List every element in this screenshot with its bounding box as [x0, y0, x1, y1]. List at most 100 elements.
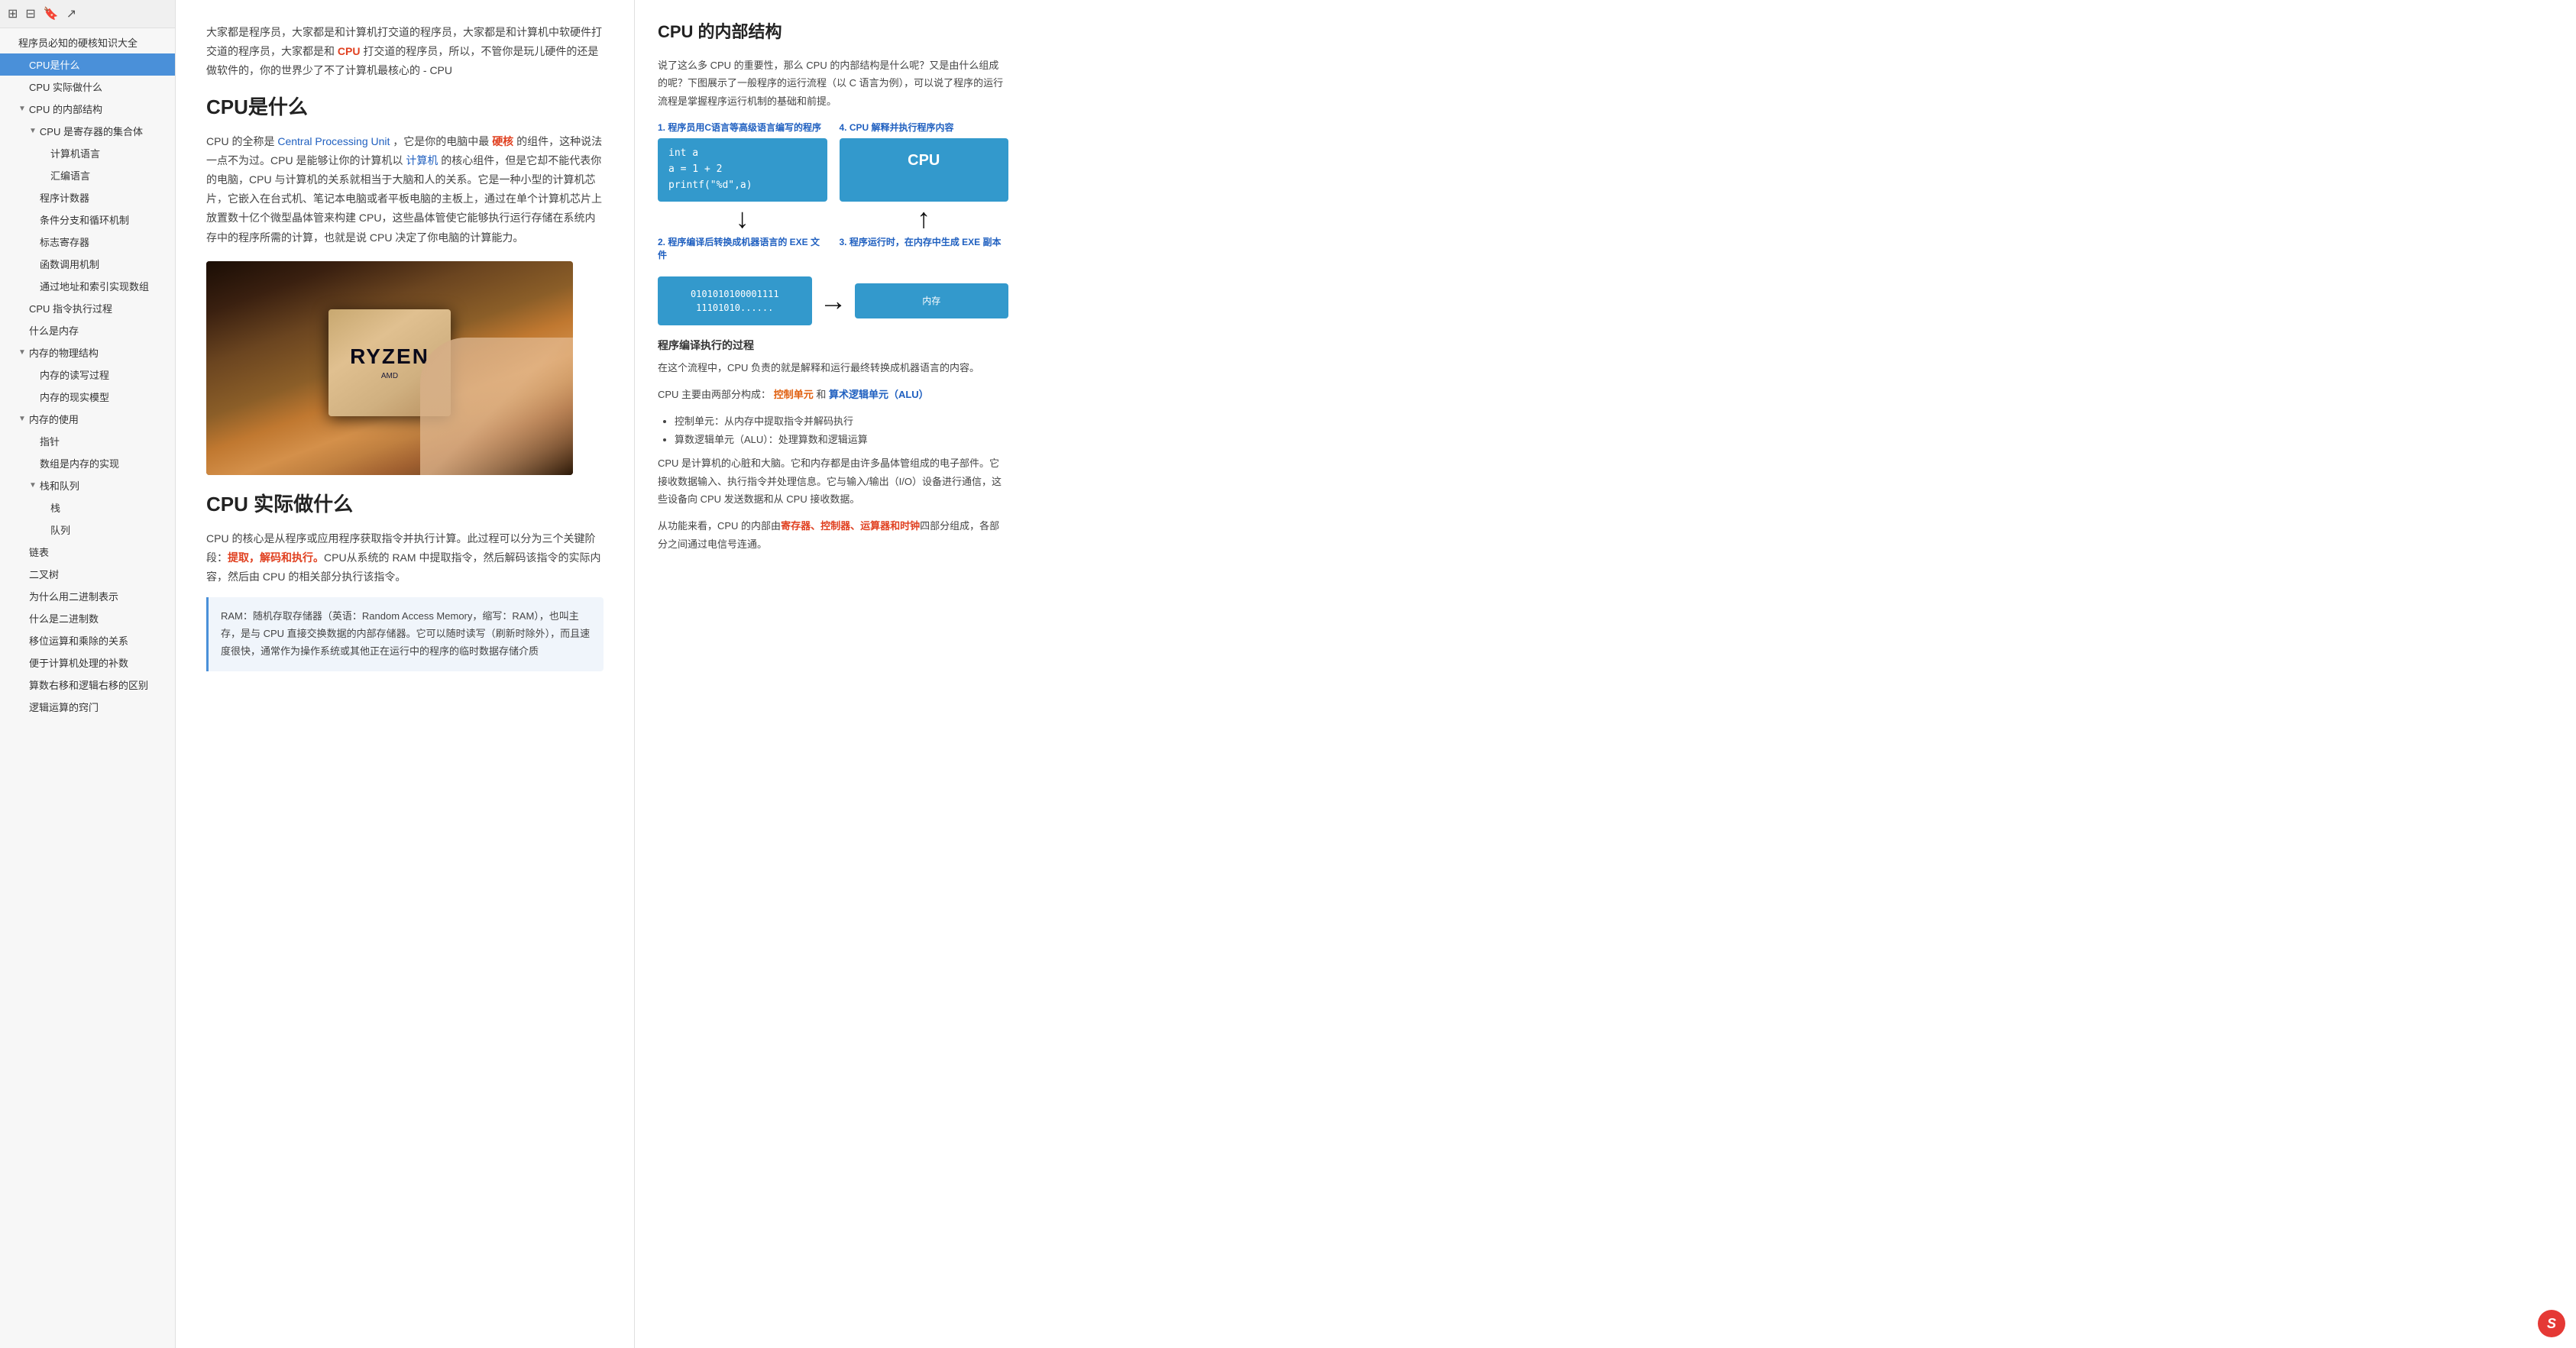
- alu-highlight: 算术逻辑单元（ALU）: [829, 389, 929, 400]
- section1-p1: CPU 的全称是 Central Processing Unit ，它是你的电脑…: [206, 132, 604, 247]
- sidebar-label-9: 标志寄存器: [40, 234, 89, 249]
- cpu-function-p: 从功能来看，CPU 的内部由寄存器、控制器、运算器和时钟四部分组成，各部分之间通…: [658, 517, 1008, 553]
- arrow-right-center: →: [820, 285, 847, 317]
- computer-link[interactable]: 计算机: [406, 154, 438, 166]
- code-line1: int a: [668, 146, 817, 162]
- site-logo[interactable]: S: [2538, 1310, 2565, 1337]
- sidebar-item-23[interactable]: 链表: [0, 541, 175, 563]
- arrow-up-right: ↑: [840, 202, 1009, 235]
- cpu-chip-brand: RYZEN: [350, 344, 429, 369]
- toggle-icon-4[interactable]: ▼: [29, 127, 37, 135]
- program-flow-diagram: 1. 程序员用C语言等高级语言编写的程序 4. CPU 解释并执行程序内容 in…: [658, 121, 1008, 265]
- cpu-desc-p: CPU 是计算机的心脏和大脑。它和内存都是由许多晶体管组成的电子部件。它接收数据…: [658, 454, 1008, 508]
- sidebar-item-11[interactable]: 通过地址和索引实现数组: [0, 275, 175, 297]
- sidebar-label-20: 栈和队列: [40, 478, 79, 493]
- sidebar-item-26[interactable]: 什么是二进制数: [0, 607, 175, 629]
- main-content: 大家都是程序员，大家都是和计算机打交道的程序员，大家都是和计算机中软硬件打交道的…: [176, 0, 634, 1348]
- sidebar-item-14[interactable]: ▼内存的物理结构: [0, 341, 175, 364]
- code-line3: printf("%d",a): [668, 178, 817, 194]
- step3-label: 3. 程序运行时，在内存中生成 EXE 副本: [840, 235, 1009, 266]
- sidebar-item-13[interactable]: 什么是内存: [0, 319, 175, 341]
- sidebar-item-7[interactable]: 程序计数器: [0, 186, 175, 209]
- sidebar-label-18: 指针: [40, 434, 60, 448]
- cpu-bullet-list: 控制单元：从内存中提取指令并解码执行 算数逻辑单元（ALU）：处理算数和逻辑运算: [658, 412, 1008, 448]
- sidebar-label-12: CPU 指令执行过程: [29, 301, 112, 315]
- code-block: int a a = 1 + 2 printf("%d",a): [658, 138, 827, 201]
- sidebar-item-28[interactable]: 便于计算机处理的补数: [0, 651, 175, 674]
- sidebar-item-29[interactable]: 算数右移和逻辑右移的区别: [0, 674, 175, 696]
- control-unit-highlight: 控制单元: [774, 389, 814, 400]
- blockquote-text: RAM：随机存取存储器（英语：Random Access Memory，缩写：R…: [221, 610, 590, 657]
- toggle-icon-14[interactable]: ▼: [18, 348, 26, 357]
- sidebar-label-6: 汇编语言: [50, 168, 90, 183]
- toggle-icon-3[interactable]: ▼: [18, 105, 26, 113]
- sidebar-item-17[interactable]: ▼内存的使用: [0, 408, 175, 430]
- share-icon[interactable]: ↗: [66, 6, 76, 21]
- step2-label: 2. 程序编译后转换成机器语言的 EXE 文件: [658, 235, 827, 266]
- step4-label: 4. CPU 解释并执行程序内容: [840, 121, 1009, 138]
- sidebar-item-8[interactable]: 条件分支和循环机制: [0, 209, 175, 231]
- sidebar-label-4: CPU 是寄存器的集合体: [40, 124, 143, 138]
- grid-icon[interactable]: ⊞: [8, 6, 18, 21]
- sidebar-nav: 程序员必知的硬核知识大全CPU是什么CPU 实际做什么▼CPU 的内部结构▼CP…: [0, 28, 175, 1348]
- right-panel: CPU 的内部结构 说了这么多 CPU 的重要性，那么 CPU 的内部结构是什么…: [634, 0, 1031, 1348]
- sidebar-label-13: 什么是内存: [29, 323, 79, 338]
- intro-paragraph: 大家都是程序员，大家都是和计算机打交道的程序员，大家都是和计算机中软硬件打交道的…: [206, 23, 604, 81]
- arrow-down-left: ↓: [658, 202, 827, 235]
- sidebar-item-12[interactable]: CPU 指令执行过程: [0, 297, 175, 319]
- sidebar-item-0[interactable]: 程序员必知的硬核知识大全: [0, 31, 175, 53]
- sidebar-label-19: 数组是内存的实现: [40, 456, 119, 470]
- sidebar-item-25[interactable]: 为什么用二进制表示: [0, 585, 175, 607]
- cpu-parts-bold: 寄存器、控制器、运算器和时钟: [781, 520, 920, 532]
- grid2-icon[interactable]: ⊟: [25, 6, 35, 21]
- sidebar-item-19[interactable]: 数组是内存的实现: [0, 452, 175, 474]
- three-steps-bold: 提取，解码和执行。: [228, 551, 324, 564]
- sidebar-item-27[interactable]: 移位运算和乘除的关系: [0, 629, 175, 651]
- sidebar-item-20[interactable]: ▼栈和队列: [0, 474, 175, 496]
- sidebar-item-30[interactable]: 逻辑运算的窍门: [0, 696, 175, 718]
- sidebar-item-22[interactable]: 队列: [0, 519, 175, 541]
- step1-label: 1. 程序员用C语言等高级语言编写的程序: [658, 121, 827, 138]
- sidebar-item-3[interactable]: ▼CPU 的内部结构: [0, 98, 175, 120]
- sidebar-item-24[interactable]: 二叉树: [0, 563, 175, 585]
- sidebar-label-28: 便于计算机处理的补数: [29, 655, 128, 670]
- central-processing-unit-link[interactable]: Central Processing Unit: [277, 135, 390, 147]
- sidebar-item-18[interactable]: 指针: [0, 430, 175, 452]
- right-intro-p1: 说了这么多 CPU 的重要性，那么 CPU 的内部结构是什么呢？又是由什么组成的…: [658, 57, 1008, 110]
- sidebar-label-21: 栈: [50, 500, 60, 515]
- bookmark-icon[interactable]: 🔖: [44, 6, 59, 21]
- bullet-control-unit: 控制单元：从内存中提取指令并解码执行: [675, 412, 1008, 430]
- sidebar-item-16[interactable]: 内存的现实模型: [0, 386, 175, 408]
- section1-title: CPU是什么: [206, 92, 604, 120]
- cpu-box: CPU: [840, 138, 1009, 201]
- sidebar-item-2[interactable]: CPU 实际做什么: [0, 76, 175, 98]
- program-exec-p1: 在这个流程中，CPU 负责的就是解释和运行最终转换成机器语言的内容。: [658, 359, 1008, 377]
- sidebar-item-21[interactable]: 栈: [0, 496, 175, 519]
- step2-num: 2. 程序编译后转换成机器语言的 EXE 文件: [658, 235, 827, 261]
- code-line2: a = 1 + 2: [668, 162, 817, 178]
- sidebar-item-5[interactable]: 计算机语言: [0, 142, 175, 164]
- ram-blockquote: RAM：随机存取存储器（英语：Random Access Memory，缩写：R…: [206, 597, 604, 671]
- binary-box: 0101010100001111 11101010......: [658, 276, 812, 325]
- hardcode-highlight: 硬核: [492, 135, 513, 147]
- sidebar-label-7: 程序计数器: [40, 190, 89, 205]
- sidebar-label-2: CPU 实际做什么: [29, 79, 102, 94]
- sidebar-item-6[interactable]: 汇编语言: [0, 164, 175, 186]
- cpu-image: RYZEN AMD: [206, 261, 573, 475]
- sidebar-label-29: 算数右移和逻辑右移的区别: [29, 677, 148, 692]
- sidebar-label-23: 链表: [29, 545, 49, 559]
- toggle-icon-20[interactable]: ▼: [29, 481, 37, 490]
- sidebar: ⊞ ⊟ 🔖 ↗ 程序员必知的硬核知识大全CPU是什么CPU 实际做什么▼CPU …: [0, 0, 176, 1348]
- sidebar-item-1[interactable]: CPU是什么: [0, 53, 175, 76]
- sidebar-item-10[interactable]: 函数调用机制: [0, 253, 175, 275]
- sidebar-toolbar: ⊞ ⊟ 🔖 ↗: [0, 0, 175, 28]
- sidebar-label-3: CPU 的内部结构: [29, 102, 102, 116]
- sidebar-item-9[interactable]: 标志寄存器: [0, 231, 175, 253]
- toggle-icon-17[interactable]: ▼: [18, 415, 26, 423]
- sidebar-label-25: 为什么用二进制表示: [29, 589, 118, 603]
- sidebar-label-27: 移位运算和乘除的关系: [29, 633, 128, 648]
- sidebar-item-4[interactable]: ▼CPU 是寄存器的集合体: [0, 120, 175, 142]
- sidebar-label-1: CPU是什么: [29, 57, 79, 72]
- bullet-alu: 算数逻辑单元（ALU）：处理算数和逻辑运算: [675, 431, 1008, 448]
- sidebar-item-15[interactable]: 内存的读写过程: [0, 364, 175, 386]
